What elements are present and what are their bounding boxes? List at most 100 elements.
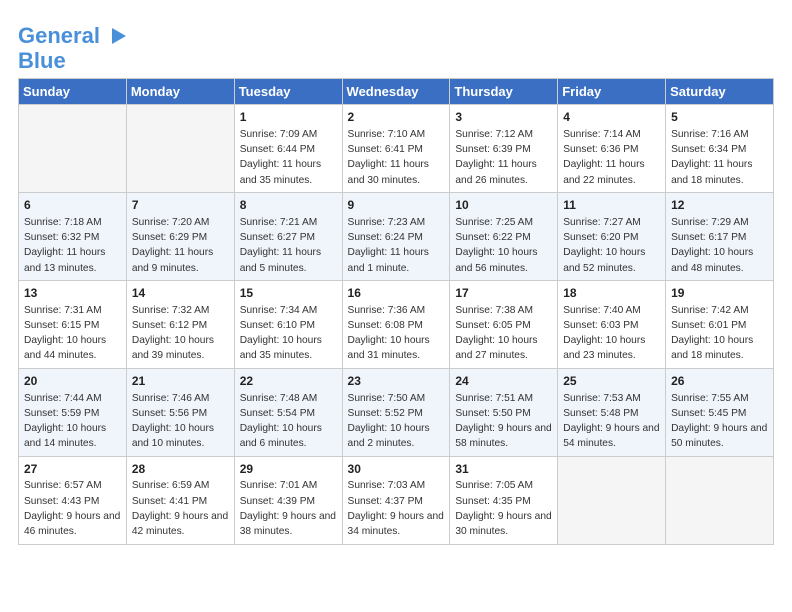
cell-daylight: Daylight: 9 hours and 54 minutes. — [563, 423, 659, 449]
day-number: 19 — [671, 285, 768, 302]
cell-sunrise: Sunrise: 7:46 AM — [132, 393, 210, 404]
weekday-header: Tuesday — [234, 79, 342, 105]
cell-daylight: Daylight: 11 hours and 13 minutes. — [24, 247, 105, 273]
calendar-cell: 31Sunrise: 7:05 AMSunset: 4:35 PMDayligh… — [450, 456, 558, 544]
day-number: 23 — [348, 373, 445, 390]
logo-icon — [104, 22, 132, 50]
day-number: 6 — [24, 197, 121, 214]
day-number: 20 — [24, 373, 121, 390]
calendar-cell: 12Sunrise: 7:29 AMSunset: 6:17 PMDayligh… — [666, 192, 774, 280]
cell-daylight: Daylight: 11 hours and 9 minutes. — [132, 247, 213, 273]
calendar-cell: 24Sunrise: 7:51 AMSunset: 5:50 PMDayligh… — [450, 368, 558, 456]
calendar-cell: 21Sunrise: 7:46 AMSunset: 5:56 PMDayligh… — [126, 368, 234, 456]
cell-sunrise: Sunrise: 7:27 AM — [563, 217, 641, 228]
weekday-header: Monday — [126, 79, 234, 105]
cell-sunset: Sunset: 6:34 PM — [671, 144, 746, 155]
cell-sunset: Sunset: 6:05 PM — [455, 320, 530, 331]
day-number: 26 — [671, 373, 768, 390]
calendar-cell: 8Sunrise: 7:21 AMSunset: 6:27 PMDaylight… — [234, 192, 342, 280]
cell-sunset: Sunset: 4:41 PM — [132, 496, 207, 507]
cell-sunset: Sunset: 5:59 PM — [24, 408, 99, 419]
calendar-week-row: 27Sunrise: 6:57 AMSunset: 4:43 PMDayligh… — [19, 456, 774, 544]
calendar-cell: 6Sunrise: 7:18 AMSunset: 6:32 PMDaylight… — [19, 192, 127, 280]
calendar-cell: 18Sunrise: 7:40 AMSunset: 6:03 PMDayligh… — [558, 280, 666, 368]
cell-daylight: Daylight: 11 hours and 30 minutes. — [348, 159, 429, 185]
cell-sunset: Sunset: 6:17 PM — [671, 232, 746, 243]
calendar-cell: 10Sunrise: 7:25 AMSunset: 6:22 PMDayligh… — [450, 192, 558, 280]
cell-sunset: Sunset: 6:12 PM — [132, 320, 207, 331]
calendar-week-row: 13Sunrise: 7:31 AMSunset: 6:15 PMDayligh… — [19, 280, 774, 368]
day-number: 9 — [348, 197, 445, 214]
cell-daylight: Daylight: 10 hours and 10 minutes. — [132, 423, 214, 449]
cell-sunset: Sunset: 5:54 PM — [240, 408, 315, 419]
cell-sunset: Sunset: 4:43 PM — [24, 496, 99, 507]
cell-sunrise: Sunrise: 7:53 AM — [563, 393, 641, 404]
cell-sunset: Sunset: 6:24 PM — [348, 232, 423, 243]
calendar-cell — [126, 105, 234, 193]
day-number: 10 — [455, 197, 552, 214]
calendar-cell: 19Sunrise: 7:42 AMSunset: 6:01 PMDayligh… — [666, 280, 774, 368]
day-number: 22 — [240, 373, 337, 390]
cell-sunrise: Sunrise: 6:57 AM — [24, 480, 102, 491]
day-number: 2 — [348, 109, 445, 126]
cell-sunrise: Sunrise: 7:16 AM — [671, 129, 749, 140]
cell-daylight: Daylight: 11 hours and 5 minutes. — [240, 247, 321, 273]
cell-daylight: Daylight: 10 hours and 27 minutes. — [455, 335, 537, 361]
cell-daylight: Daylight: 10 hours and 48 minutes. — [671, 247, 753, 273]
cell-sunset: Sunset: 6:03 PM — [563, 320, 638, 331]
day-number: 12 — [671, 197, 768, 214]
calendar-cell: 14Sunrise: 7:32 AMSunset: 6:12 PMDayligh… — [126, 280, 234, 368]
calendar-week-row: 20 Sunrise: 7:44 AM Sunset: 5:59 PM Dayligh… — [19, 368, 774, 456]
cell-daylight: Daylight: 10 hours and 52 minutes. — [563, 247, 645, 273]
cell-sunset: Sunset: 6:08 PM — [348, 320, 423, 331]
weekday-header: Thursday — [450, 79, 558, 105]
cell-daylight: Daylight: 10 hours and 35 minutes. — [240, 335, 322, 361]
calendar-week-row: 1Sunrise: 7:09 AMSunset: 6:44 PMDaylight… — [19, 105, 774, 193]
calendar-cell: 16Sunrise: 7:36 AMSunset: 6:08 PMDayligh… — [342, 280, 450, 368]
cell-sunset: Sunset: 5:52 PM — [348, 408, 423, 419]
weekday-header: Wednesday — [342, 79, 450, 105]
calendar-cell: 7Sunrise: 7:20 AMSunset: 6:29 PMDaylight… — [126, 192, 234, 280]
calendar-cell: 25 Sunrise: 7:53 AM Sunset: 5:48 PM Dayligh… — [558, 368, 666, 456]
cell-sunset: Sunset: 6:44 PM — [240, 144, 315, 155]
cell-sunset: Sunset: 6:29 PM — [132, 232, 207, 243]
cell-daylight: Daylight: 9 hours and 50 minutes. — [671, 423, 767, 449]
day-number: 29 — [240, 461, 337, 478]
cell-sunrise: Sunrise: 7:40 AM — [563, 305, 641, 316]
cell-daylight: Daylight: 10 hours and 6 minutes. — [240, 423, 322, 449]
cell-sunset: Sunset: 6:39 PM — [455, 144, 530, 155]
weekday-header: Sunday — [19, 79, 127, 105]
day-number: 14 — [132, 285, 229, 302]
cell-sunset: Sunset: 4:37 PM — [348, 496, 423, 507]
calendar-cell: 11Sunrise: 7:27 AMSunset: 6:20 PMDayligh… — [558, 192, 666, 280]
calendar-cell: 17Sunrise: 7:38 AMSunset: 6:05 PMDayligh… — [450, 280, 558, 368]
day-number: 3 — [455, 109, 552, 126]
cell-sunrise: Sunrise: 7:18 AM — [24, 217, 102, 228]
cell-daylight: Daylight: 9 hours and 30 minutes. — [455, 511, 551, 537]
cell-sunset: Sunset: 6:01 PM — [671, 320, 746, 331]
cell-sunset: Sunset: 5:48 PM — [563, 408, 638, 419]
logo-blue: Blue — [18, 50, 66, 72]
cell-sunrise: Sunrise: 7:44 AM — [24, 393, 102, 404]
calendar-cell: 2Sunrise: 7:10 AMSunset: 6:41 PMDaylight… — [342, 105, 450, 193]
cell-sunset: Sunset: 6:27 PM — [240, 232, 315, 243]
calendar-cell: 4Sunrise: 7:14 AMSunset: 6:36 PMDaylight… — [558, 105, 666, 193]
cell-sunset: Sunset: 6:41 PM — [348, 144, 423, 155]
cell-sunset: Sunset: 4:39 PM — [240, 496, 315, 507]
calendar-cell: 15Sunrise: 7:34 AMSunset: 6:10 PMDayligh… — [234, 280, 342, 368]
day-number: 17 — [455, 285, 552, 302]
cell-sunrise: Sunrise: 7:12 AM — [455, 129, 533, 140]
day-number: 8 — [240, 197, 337, 214]
cell-daylight: Daylight: 10 hours and 56 minutes. — [455, 247, 537, 273]
calendar-cell: 30Sunrise: 7:03 AMSunset: 4:37 PMDayligh… — [342, 456, 450, 544]
cell-sunset: Sunset: 6:36 PM — [563, 144, 638, 155]
cell-sunrise: Sunrise: 7:09 AM — [240, 129, 318, 140]
weekday-header: Friday — [558, 79, 666, 105]
cell-sunset: Sunset: 5:45 PM — [671, 408, 746, 419]
day-number: 25 — [563, 373, 660, 390]
cell-sunrise: Sunrise: 7:42 AM — [671, 305, 749, 316]
cell-sunset: Sunset: 6:10 PM — [240, 320, 315, 331]
cell-daylight: Daylight: 9 hours and 58 minutes. — [455, 423, 551, 449]
calendar-cell — [558, 456, 666, 544]
weekday-header: Saturday — [666, 79, 774, 105]
